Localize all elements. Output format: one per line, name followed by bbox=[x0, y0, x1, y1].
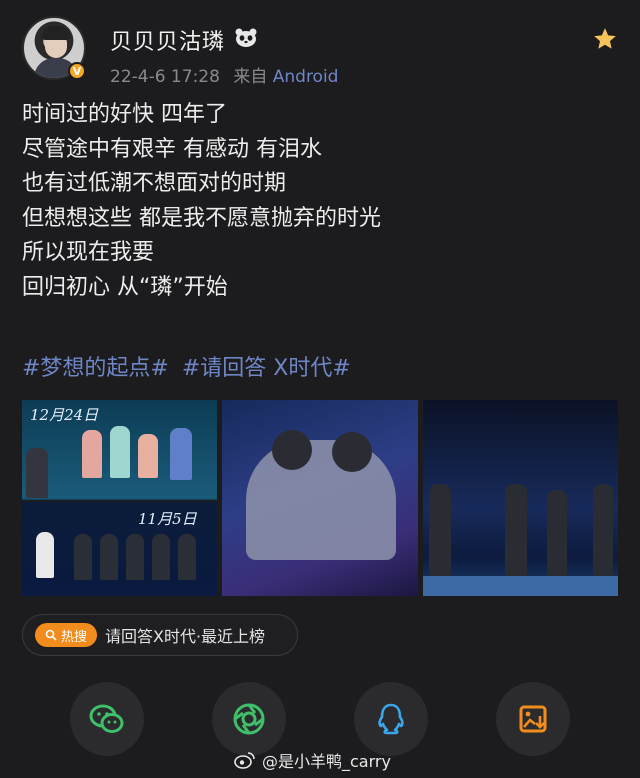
tag-dream-starting-point[interactable]: #梦想的起点# bbox=[22, 356, 169, 381]
post-meta: 22-4-6 17:28 来自 Android bbox=[110, 62, 338, 87]
save-image-icon bbox=[519, 705, 547, 733]
watermark-text: @是小羊鸭_carry bbox=[262, 752, 391, 771]
post-source: Android bbox=[272, 67, 339, 87]
weibo-logo-icon bbox=[234, 752, 255, 769]
post-line: 回归初心 从“璘”开始 bbox=[22, 274, 228, 300]
post-image-1[interactable]: 12月24日 11月5日 bbox=[22, 400, 217, 596]
share-bar bbox=[0, 682, 640, 758]
topic-tags: #梦想的起点# #请回答 X时代# bbox=[22, 350, 357, 382]
share-wechat-button[interactable] bbox=[70, 682, 144, 756]
image-grid: 12月24日 11月5日 bbox=[22, 400, 618, 596]
panda-icon bbox=[235, 28, 257, 47]
post-image-2[interactable] bbox=[222, 400, 418, 596]
watermark: @是小羊鸭_carry bbox=[234, 748, 391, 772]
share-moments-button[interactable] bbox=[212, 682, 286, 756]
hot-search-text: 请回答X时代·最近上榜 bbox=[105, 627, 266, 646]
tag-reply-x-era[interactable]: #请回答 X时代# bbox=[182, 356, 351, 381]
verified-badge-icon: V bbox=[68, 62, 86, 80]
post-line: 但想想这些 都是我不愿意抛弃的时光 bbox=[22, 205, 381, 231]
hot-search-badge: 热搜 bbox=[35, 623, 97, 647]
star-icon[interactable] bbox=[592, 26, 618, 52]
image-caption-top: 12月24日 bbox=[30, 406, 99, 424]
qq-icon bbox=[378, 703, 404, 735]
hot-search-chip[interactable]: 热搜 请回答X时代·最近上榜 bbox=[22, 614, 298, 656]
search-icon bbox=[45, 629, 57, 641]
post-body: 时间过的好快 四年了 尽管途中有艰辛 有感动 有泪水 也有过低潮不想面对的时期 … bbox=[22, 98, 622, 306]
post-header: V 贝贝贝沽璘 22-4-6 17:28 来自 Android bbox=[22, 16, 622, 87]
share-qq-button[interactable] bbox=[354, 682, 428, 756]
source-prefix: 来自 bbox=[233, 67, 268, 87]
wechat-icon bbox=[89, 704, 124, 733]
post-line: 也有过低潮不想面对的时期 bbox=[22, 171, 287, 197]
post-line: 时间过的好快 四年了 bbox=[22, 102, 227, 127]
moments-icon bbox=[233, 703, 265, 735]
image-caption-bottom: 11月5日 bbox=[138, 510, 197, 528]
post-time: 22-4-6 17:28 bbox=[110, 67, 220, 87]
post-image-3[interactable] bbox=[423, 400, 618, 596]
post-line: 尽管途中有艰辛 有感动 有泪水 bbox=[22, 136, 322, 162]
save-image-button[interactable] bbox=[496, 682, 570, 756]
hot-search-label: 热搜 bbox=[60, 629, 87, 645]
post-line: 所以现在我要 bbox=[22, 240, 155, 266]
username[interactable]: 贝贝贝沽璘 bbox=[110, 24, 225, 56]
